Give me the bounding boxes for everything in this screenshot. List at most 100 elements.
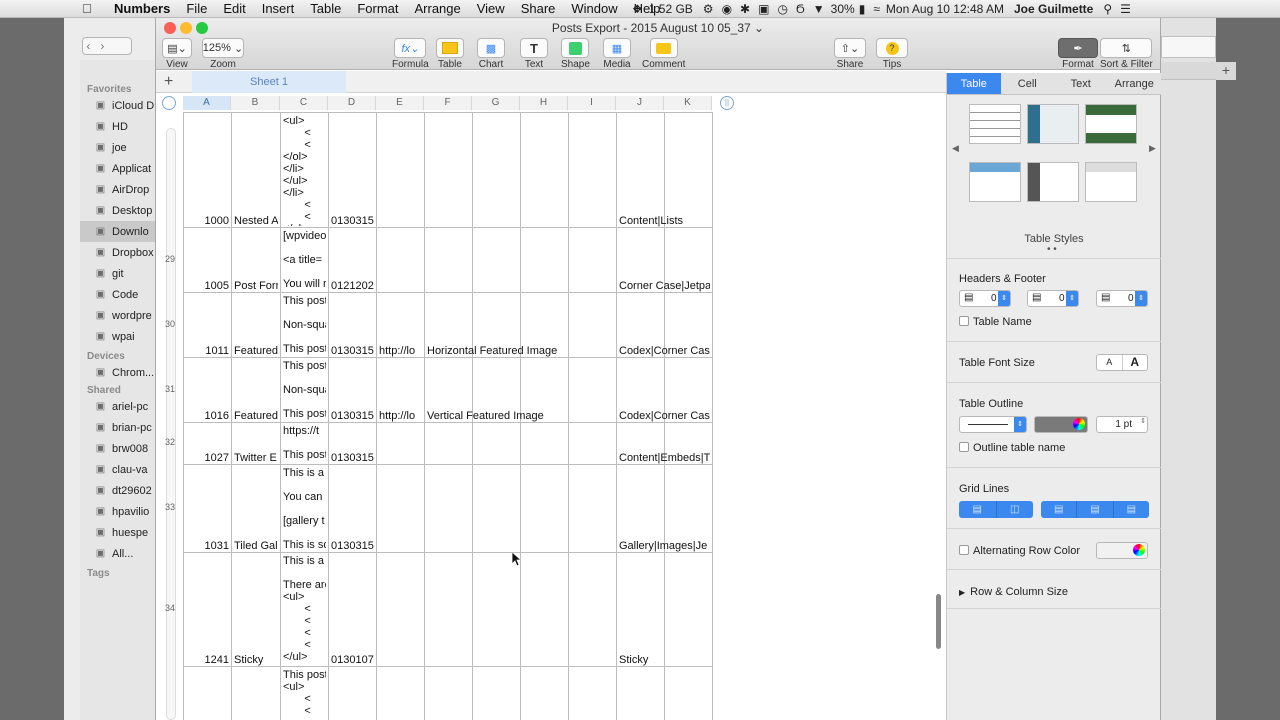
stepper-icon[interactable]: ⇕ — [1014, 417, 1026, 432]
outline-style-select[interactable]: ⇕ — [959, 416, 1027, 433]
cell-tags[interactable]: Corner Case|Jetpa — [619, 280, 710, 292]
shared-item[interactable]: ▣ ariel-pc — [80, 396, 155, 417]
tab-table[interactable]: Table — [947, 73, 1001, 94]
cell-content[interactable]: This post Non-squa This post — [283, 295, 326, 355]
favorites-item[interactable]: ▣ Downlo — [80, 221, 155, 242]
font-smaller-button[interactable]: A — [1097, 355, 1123, 370]
cell-date[interactable]: 0130315 — [331, 215, 374, 227]
menu-view[interactable]: View — [469, 1, 513, 16]
menu-arrange[interactable]: Arrange — [406, 1, 468, 16]
cell-title[interactable]: Featured — [234, 410, 278, 422]
cell-excerpt[interactable]: Horizontal Featured Image — [427, 345, 614, 357]
media-button[interactable]: ▦ Media — [603, 38, 631, 70]
table-style-4[interactable] — [969, 162, 1021, 202]
cell-date[interactable]: 0130315 — [331, 452, 374, 464]
favorites-item[interactable]: ▣ Applicat — [80, 158, 155, 179]
cell-content[interactable]: This is a There are <ul> < < < < </ul> — [283, 555, 326, 663]
cell-date[interactable]: 0121202 — [331, 280, 374, 292]
styles-prev-icon[interactable]: ◀ — [952, 143, 959, 154]
cell-title[interactable]: Twitter E — [234, 452, 278, 464]
cell-content[interactable]: <ul> < < </ol> </li> </ul> </li> < < </u… — [283, 115, 326, 226]
tab-cell[interactable]: Cell — [1001, 73, 1055, 94]
user-name[interactable]: Joe Guilmette — [1014, 2, 1093, 16]
cell-link[interactable]: http://lo — [379, 410, 422, 422]
cell-tags[interactable]: Codex|Corner Case — [619, 410, 710, 422]
cell-tags[interactable]: Codex|Corner Case — [619, 345, 710, 357]
menu-format[interactable]: Format — [349, 1, 406, 16]
cell-id[interactable]: 1241 — [186, 654, 229, 666]
table-name-checkbox[interactable] — [959, 316, 969, 326]
favorites-item[interactable]: ▣ wordpre — [80, 305, 155, 326]
header-row-gridlines-icon[interactable]: ▤ — [1041, 501, 1078, 518]
row-header[interactable]: 29 — [160, 254, 180, 264]
cell-title[interactable]: Post Forn — [234, 280, 278, 292]
row-header[interactable]: 34 — [160, 603, 180, 613]
cell-title[interactable]: Sticky — [234, 654, 278, 666]
menu-app-name[interactable]: Numbers — [106, 1, 178, 16]
cell-tags[interactable]: Content|Embeds|T — [619, 452, 710, 464]
column-header-e[interactable]: E — [376, 96, 424, 110]
styles-next-icon[interactable]: ▶ — [1149, 143, 1156, 154]
add-column-handle-icon[interactable]: || — [720, 96, 734, 110]
vertical-scrollbar[interactable] — [936, 594, 941, 649]
spreadsheet-grid[interactable]: || A B C D E F G H I J K 1000 Nested A <ul> < < </ol>… — [156, 94, 946, 720]
stepper-icon[interactable]: ⇕ — [1135, 291, 1147, 306]
cell-content[interactable]: This post Non-squa This post — [283, 360, 326, 420]
finder-back-forward[interactable]: ‹ › — [82, 37, 132, 55]
vertical-gridlines-icon[interactable]: ◫ — [997, 501, 1034, 518]
cell-date[interactable]: 0130315 — [331, 345, 374, 357]
row-column-size-disclosure[interactable]: ▶ Row & Column Size — [959, 586, 1068, 598]
favorites-item[interactable]: ▣ joe — [80, 137, 155, 158]
alternating-row-option[interactable]: Alternating Row Color — [959, 545, 1080, 557]
menu-share[interactable]: Share — [513, 1, 564, 16]
wifi-icon[interactable]: ≈ — [873, 2, 880, 16]
favorites-item[interactable]: ▣ Desktop — [80, 200, 155, 221]
row-header[interactable]: 33 — [160, 502, 180, 512]
table-button[interactable]: Table — [436, 38, 464, 70]
gear-icon[interactable]: ⚙ — [703, 2, 714, 16]
tab-text[interactable]: Text — [1054, 73, 1108, 94]
view-button[interactable]: ▤⌄ View — [162, 38, 192, 70]
outline-name-checkbox[interactable] — [959, 442, 969, 452]
cell-content[interactable]: [wpvideo <a title= You will r — [283, 230, 326, 290]
chart-button[interactable]: ▩ Chart — [477, 38, 505, 70]
cell-tags[interactable]: Sticky — [619, 654, 710, 666]
footer-rows-control[interactable]: ▤ 0 ⇕ — [1096, 290, 1148, 307]
cell-tags[interactable]: Content|Lists — [619, 215, 710, 227]
favorites-item[interactable]: ▣ AirDrop — [80, 179, 155, 200]
column-header-d[interactable]: D — [328, 96, 376, 110]
share-button[interactable]: ⇧⌄ Share — [834, 38, 866, 70]
bluetooth-icon[interactable]: Ϭ — [796, 2, 805, 16]
comment-button[interactable]: Comment — [642, 38, 685, 70]
clock-datetime[interactable]: Mon Aug 10 12:48 AM — [886, 2, 1004, 16]
color-wheel-icon[interactable] — [1073, 418, 1085, 430]
format-button[interactable]: ✒ Format — [1058, 38, 1098, 70]
column-header-h[interactable]: H — [520, 96, 568, 110]
zoom-control[interactable]: 125% ⌄ Zoom — [202, 38, 244, 70]
table-name-option[interactable]: Table Name — [959, 316, 1032, 328]
shared-item[interactable]: ▣ All... — [80, 543, 155, 564]
stepper-icon[interactable]: ⇕ — [998, 291, 1010, 306]
shared-item[interactable]: ▣ brw008 — [80, 438, 155, 459]
cell-id[interactable]: 1031 — [186, 540, 229, 552]
favorites-item[interactable]: ▣ Dropbox — [80, 242, 155, 263]
spotlight-search-icon[interactable]: ⚲ — [1103, 2, 1112, 16]
cell-date[interactable]: 0130315 — [331, 410, 374, 422]
outline-name-option[interactable]: Outline table name — [959, 442, 1065, 454]
column-header-a[interactable]: A — [183, 96, 231, 110]
battery-readout[interactable]: 30% — [831, 2, 855, 16]
time-machine-icon[interactable]: ◷ — [777, 2, 787, 16]
favorites-item[interactable]: ▣ wpai — [80, 326, 155, 347]
table-style-2[interactable] — [1027, 104, 1079, 144]
favorites-item[interactable]: ▣ git — [80, 263, 155, 284]
disclosure-triangle-icon[interactable]: ▶ — [959, 588, 965, 597]
sheet-tab-sheet1[interactable]: Sheet 1 — [192, 71, 346, 93]
table-style-6[interactable] — [1085, 162, 1137, 202]
font-size-control[interactable]: A A — [1096, 354, 1148, 371]
horizontal-gridlines-icon[interactable]: ▤ — [959, 501, 997, 518]
shape-button[interactable]: Shape — [561, 38, 590, 70]
select-table-handle-icon[interactable] — [162, 96, 176, 110]
table-style-1[interactable] — [969, 104, 1021, 144]
dropbox-icon[interactable]: ❖ — [632, 2, 643, 16]
column-header-f[interactable]: F — [424, 96, 472, 110]
